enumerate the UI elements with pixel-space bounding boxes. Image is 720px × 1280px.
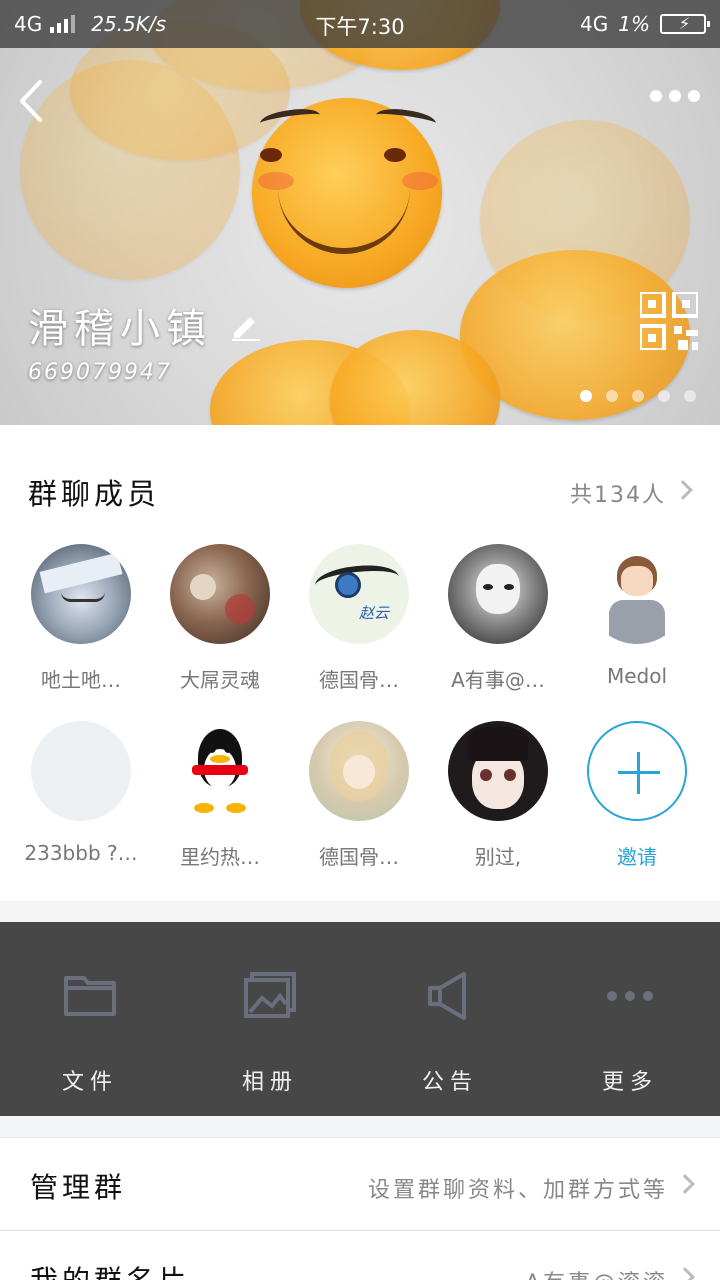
more-icon[interactable] bbox=[650, 90, 700, 102]
album-icon bbox=[244, 972, 296, 1018]
carousel-dot bbox=[658, 390, 670, 402]
action-more[interactable]: 更多 bbox=[540, 922, 720, 1116]
action-files[interactable]: 文件 bbox=[0, 922, 180, 1116]
carousel-dot bbox=[632, 390, 644, 402]
action-label: 更多 bbox=[601, 1070, 658, 1095]
members-section: 群聊成员 共134人 吔土吔… 大屌灵魂 赵云 德国骨… A有事@… Medol… bbox=[0, 425, 720, 901]
member-name: A有事@… bbox=[451, 668, 545, 692]
network-type-right: 4G bbox=[580, 12, 609, 36]
avatar bbox=[309, 721, 409, 821]
action-bar: 文件 相册 公告 更多 bbox=[0, 922, 720, 1116]
member-item[interactable]: Medol bbox=[572, 544, 702, 688]
avatar bbox=[587, 544, 687, 644]
carousel-dot bbox=[684, 390, 696, 402]
row-value: A有事@滚滚 bbox=[525, 1265, 668, 1280]
action-album[interactable]: 相册 bbox=[180, 922, 360, 1116]
members-chevron-icon[interactable] bbox=[673, 480, 693, 500]
member-name: 大屌灵魂 bbox=[180, 668, 260, 692]
invite-label: 邀请 bbox=[617, 845, 657, 869]
group-name-text: 滑稽小镇 bbox=[28, 306, 212, 352]
action-label: 文件 bbox=[61, 1070, 118, 1095]
avatar bbox=[448, 721, 548, 821]
member-name: 233bbb ?… bbox=[24, 841, 138, 865]
member-item[interactable]: 德国骨… bbox=[294, 721, 424, 870]
avatar bbox=[31, 544, 131, 644]
member-item[interactable]: 大屌灵魂 bbox=[155, 544, 285, 693]
avatar bbox=[170, 721, 270, 821]
announcement-icon bbox=[428, 972, 466, 1020]
more-dots-icon bbox=[607, 991, 653, 1001]
member-item[interactable]: 里约热… bbox=[155, 721, 285, 870]
back-icon[interactable] bbox=[14, 78, 54, 124]
qr-code-icon[interactable] bbox=[640, 292, 698, 350]
avatar bbox=[448, 544, 548, 644]
member-item[interactable]: 赵云 德国骨… bbox=[294, 544, 424, 693]
members-count[interactable]: 共134人 bbox=[570, 477, 666, 509]
folder-icon bbox=[64, 976, 116, 1016]
member-name: 德国骨… bbox=[319, 845, 399, 869]
group-info-screen: 4G 25.5K/s 下午7:30 4G 1% ⚡ 滑稽小镇 669079947 bbox=[0, 0, 720, 1280]
action-label: 相册 bbox=[241, 1070, 298, 1095]
member-item[interactable]: 233bbb ?… bbox=[16, 721, 146, 865]
member-name: 德国骨… bbox=[319, 668, 399, 692]
carousel-dot bbox=[606, 390, 618, 402]
avatar: 赵云 bbox=[309, 544, 409, 644]
avatar bbox=[31, 721, 131, 821]
group-id: 669079947 bbox=[28, 360, 172, 385]
status-bar: 4G 25.5K/s 下午7:30 4G 1% ⚡ bbox=[0, 0, 720, 48]
group-name: 滑稽小镇 bbox=[28, 296, 262, 354]
avatar bbox=[170, 544, 270, 644]
member-item[interactable]: 吔土吔… bbox=[16, 544, 146, 693]
row-title: 管理群 bbox=[30, 1171, 127, 1204]
chevron-right-icon bbox=[675, 1174, 695, 1194]
group-cover-banner[interactable]: 4G 25.5K/s 下午7:30 4G 1% ⚡ 滑稽小镇 669079947 bbox=[0, 0, 720, 425]
row-title: 我的群名片 bbox=[30, 1259, 190, 1280]
members-title: 群聊成员 bbox=[28, 477, 161, 511]
add-icon bbox=[587, 721, 687, 821]
my-group-card-row[interactable]: 我的群名片 A有事@滚滚 bbox=[0, 1230, 720, 1280]
member-name: 吔土吔… bbox=[41, 668, 121, 692]
member-name: Medol bbox=[606, 664, 668, 688]
invite-button[interactable]: 邀请 bbox=[572, 721, 702, 870]
row-value: 设置群聊资料、加群方式等 bbox=[367, 1178, 668, 1203]
carousel-dot bbox=[580, 390, 592, 402]
action-label: 公告 bbox=[421, 1070, 478, 1095]
member-item[interactable]: A有事@… bbox=[433, 544, 563, 693]
carousel-indicator bbox=[580, 390, 696, 402]
member-name: 里约热… bbox=[180, 845, 260, 869]
edit-icon[interactable] bbox=[230, 309, 262, 341]
member-name: 别过, bbox=[474, 845, 522, 869]
battery-icon: ⚡ bbox=[660, 14, 710, 34]
battery-level: 1% bbox=[618, 12, 650, 36]
chevron-right-icon bbox=[675, 1267, 695, 1280]
manage-group-row[interactable]: 管理群 设置群聊资料、加群方式等 bbox=[0, 1137, 720, 1229]
member-item[interactable]: 别过, bbox=[433, 721, 563, 870]
action-announcement[interactable]: 公告 bbox=[360, 922, 540, 1116]
cover-main-emoji bbox=[252, 98, 442, 288]
